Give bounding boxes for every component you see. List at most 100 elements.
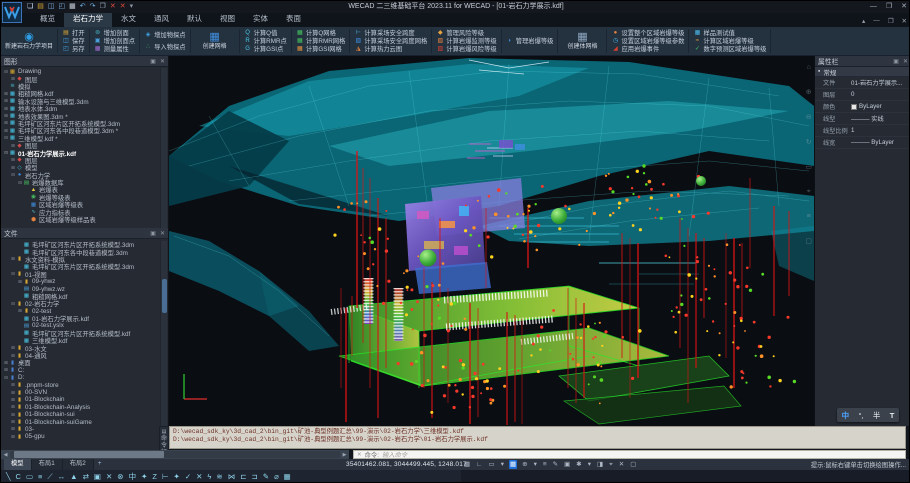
add-layout-icon[interactable]: +	[94, 459, 106, 470]
ribbon-button[interactable]: G计算GSI点	[244, 45, 287, 53]
redo-icon[interactable]: ↷	[90, 2, 96, 12]
ribbon-button[interactable]: ▦创建体网格	[560, 28, 604, 54]
ribbon-button[interactable]: ◢应用岩爆事件	[611, 45, 684, 53]
draw-tool-icon-25[interactable]: ⌀	[274, 471, 279, 483]
status-icon-13[interactable]: ◨	[596, 460, 604, 469]
doc-pin-icon[interactable]: ▴	[862, 17, 865, 25]
ribbon-button[interactable]: ▦样品测试值	[693, 29, 766, 37]
status-icon-1[interactable]: ▦	[463, 460, 471, 469]
viewport-nav-toolbar[interactable]: ⌂⊕⊖↻▭⌖≡▢	[805, 64, 812, 245]
doc-restore-icon[interactable]: ❐	[888, 17, 894, 25]
draw-tool-icon-15[interactable]: ⊢	[162, 471, 169, 483]
tree-item[interactable]: ⊞▮09-yhwz	[1, 278, 158, 285]
ribbon-button[interactable]: ◈增加物探点	[144, 31, 185, 39]
draw-tool-icon-5[interactable]: ⟋	[47, 471, 52, 483]
tree-item[interactable]: ⊞▮05-gpu	[1, 433, 158, 440]
file-scrollbar[interactable]	[160, 241, 167, 450]
draw-tool-icon-17[interactable]: ✓	[185, 471, 191, 483]
close-icon[interactable]: ✕	[903, 58, 908, 65]
nav-tool-icon-6[interactable]: ⌖	[805, 188, 812, 196]
close-icon[interactable]: ✕	[901, 1, 907, 13]
close-icon[interactable]: ✕	[160, 230, 165, 237]
status-icon-5[interactable]: ▦	[509, 460, 517, 469]
tree-item[interactable]: ⊟▮02-岩石力学	[1, 300, 158, 307]
menu-tab-1[interactable]: 概览	[31, 11, 64, 27]
horizontal-scrollbar[interactable]: ◀ ▶	[1, 450, 349, 459]
ribbon-button[interactable]: ▦测量属性	[94, 45, 135, 53]
status-icon-14[interactable]: ⌖	[608, 460, 614, 469]
nav-tool-icon-8[interactable]: ▢	[805, 237, 812, 245]
status-icon-8[interactable]: ≡	[542, 460, 548, 469]
draw-tool-icon-19[interactable]: ϟ	[207, 471, 211, 483]
draw-tool-icon-20[interactable]: ≋	[216, 471, 222, 483]
ribbon-button[interactable]: R计算RMR点	[244, 37, 287, 45]
menu-tab-4[interactable]: 通风	[145, 11, 178, 27]
restore-icon[interactable]: ❐	[886, 1, 892, 13]
draw-tool-icon-16[interactable]: ✦	[174, 471, 180, 483]
tree-item[interactable]: ▦区域岩爆等级表	[1, 201, 158, 208]
3d-viewport[interactable]: ⌂⊕⊖↻▭⌖≡▢	[169, 56, 814, 426]
draw-tool-icon-23[interactable]: ⊐	[252, 471, 258, 483]
ribbon-button[interactable]: ▦创建网格	[193, 28, 237, 54]
close-icon[interactable]: ✕	[160, 58, 165, 65]
status-icon-3[interactable]: ▭	[488, 460, 496, 469]
property-value[interactable]: 0	[851, 91, 854, 98]
nav-tool-icon-3[interactable]: ⊖	[805, 113, 812, 121]
pin-icon[interactable]: ▣	[893, 58, 899, 65]
undo-icon[interactable]: ↶	[80, 2, 86, 12]
tree-item[interactable]: ▤09-yhwz.wz	[1, 285, 158, 292]
draw-tool-icon-2[interactable]: C	[16, 471, 21, 483]
ribbon-button[interactable]: ◮计算热力云图	[354, 45, 427, 53]
status-icon-10[interactable]: ▣	[563, 460, 571, 469]
command-input[interactable]: ✕ 命令: 输入命令	[353, 450, 906, 459]
ribbon-button[interactable]: ●设置整个区域岩爆等级	[611, 29, 684, 37]
draw-tool-icon-26[interactable]: ▦	[284, 471, 291, 483]
status-icon-6[interactable]: ⊕	[521, 460, 528, 469]
draw-tool-icon-9[interactable]: ▣	[94, 471, 101, 483]
ribbon-button[interactable]: ◰另存	[62, 45, 85, 53]
ribbon-button[interactable]: ◗管理岩爆等级	[506, 37, 554, 45]
doc-close-icon[interactable]: ✕	[902, 17, 907, 25]
layout-tab-3[interactable]: 布局2	[63, 459, 94, 470]
ime-punct-icon[interactable]: °,	[858, 411, 863, 420]
ribbon-button[interactable]: ▦计算RMR网格	[296, 37, 346, 45]
status-icon-2[interactable]: ∟	[475, 460, 483, 469]
scrollbar-thumb[interactable]	[162, 279, 167, 313]
ribbon-button[interactable]: ◆管理风险等级	[436, 29, 496, 37]
command-history[interactable]: D:\wecad_sdk_ky\3d_cad_2\bin_git\矿池-典型例题…	[169, 426, 906, 449]
draw-tool-icon-7[interactable]: ▲	[70, 471, 77, 483]
ribbon-button[interactable]: Q计算Q值	[244, 29, 287, 37]
window-icon[interactable]: ❐	[100, 2, 106, 12]
property-value[interactable]: ByLayer	[851, 103, 882, 110]
ime-language-icon[interactable]: 中	[842, 410, 850, 421]
draw-tool-icon-1[interactable]: ╲	[6, 471, 11, 483]
tree-item[interactable]: ⊞▮01-Blockchain-sui	[1, 411, 158, 418]
nav-tool-icon-4[interactable]: ↻	[805, 138, 812, 146]
ribbon-button[interactable]: ◉新建岩石力学项目	[3, 28, 55, 54]
clear-icon[interactable]: ✕	[357, 452, 362, 458]
tree-item[interactable]: ▦01-岩石力学展示.kdf	[1, 315, 158, 322]
tree-item[interactable]: ⊞▮00-SVN	[1, 389, 158, 396]
draw-tool-icon-4[interactable]: ≡	[38, 471, 42, 483]
draw-tool-icon-24[interactable]: ✎	[263, 471, 269, 483]
save-all-icon[interactable]: ◰	[59, 2, 66, 12]
minimize-icon[interactable]: —	[870, 1, 877, 13]
open-file-icon[interactable]: ▤	[37, 2, 44, 12]
status-icon-4[interactable]: ▾	[500, 460, 505, 469]
close-all-icon[interactable]: ✕	[120, 2, 126, 12]
ribbon-button[interactable]: ▣增加剖面点	[94, 37, 135, 45]
properties-section-general[interactable]: ▪ 常规	[815, 67, 910, 77]
ime-toolbar[interactable]: 中°,半T	[837, 408, 899, 422]
menu-tab-6[interactable]: 视图	[211, 11, 244, 27]
property-value[interactable]: ——— ByLayer	[851, 139, 894, 146]
property-value[interactable]: 01-岩石力学展示...	[851, 78, 902, 87]
tree-item[interactable]: ▲岩爆表	[1, 186, 158, 193]
ribbon-button[interactable]: ▤打开	[62, 29, 85, 37]
draw-tool-icon-10[interactable]: ✕	[106, 471, 112, 483]
ribbon-button[interactable]: ▧计算岩爆监测等级	[436, 37, 496, 45]
property-value[interactable]: ——— 实线	[851, 114, 884, 123]
draw-tool-icon-8[interactable]: ⇄	[83, 471, 89, 483]
status-icon-9[interactable]: ✎	[552, 460, 559, 469]
menu-tab-8[interactable]: 表面	[277, 11, 310, 27]
tree-item[interactable]: ⊞▮C:	[1, 367, 158, 374]
